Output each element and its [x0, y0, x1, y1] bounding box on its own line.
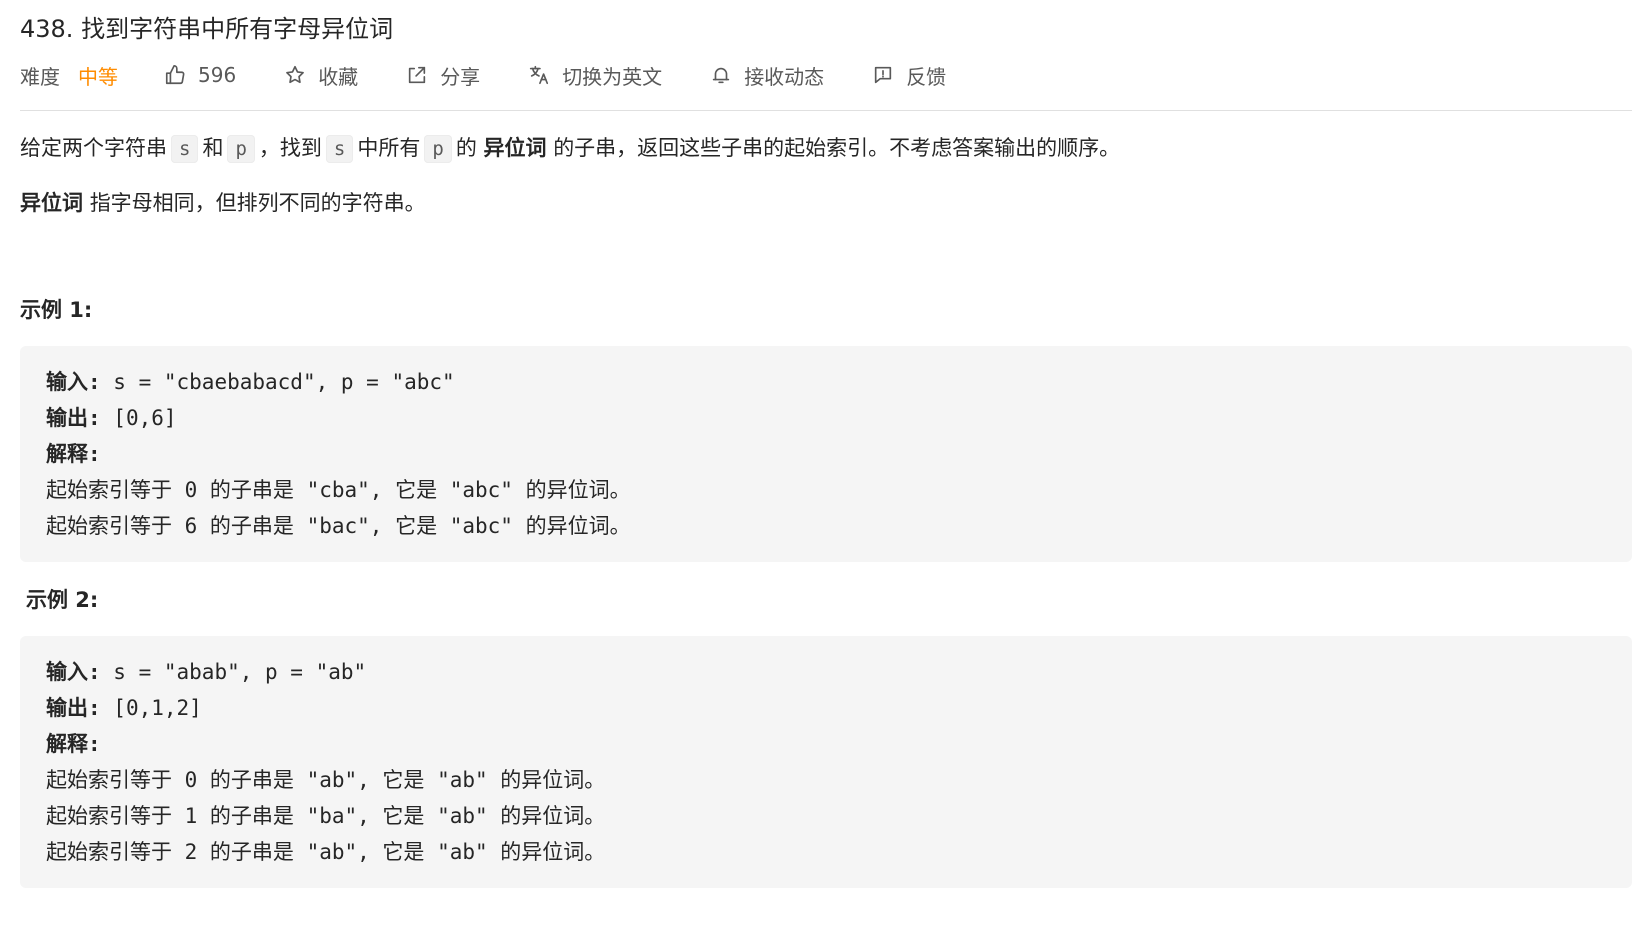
explain-label: 解释: — [46, 442, 101, 466]
explain-line: 起始索引等于 2 的子串是 "ab", 它是 "ab" 的异位词。 — [46, 840, 606, 864]
output-label: 输出: — [46, 406, 114, 430]
feedback-label: 反馈 — [906, 64, 947, 89]
feedback-button[interactable]: 反馈 — [872, 61, 946, 90]
share-label: 分享 — [440, 64, 481, 89]
difficulty-label: 难度 — [20, 64, 60, 89]
desc-text: 给定两个字符串 — [20, 136, 167, 160]
inline-code: s — [171, 135, 199, 163]
desc-bold-term: 异位词 — [483, 136, 547, 160]
header-divider — [20, 110, 1632, 111]
inline-code: p — [424, 135, 452, 163]
anagram-definition: 异位词 指字母相同，但排列不同的字符串。 — [20, 186, 1632, 220]
explain-line: 起始索引等于 6 的子串是 "bac", 它是 "abc" 的异位词。 — [46, 514, 631, 538]
explain-line: 起始索引等于 1 的子串是 "ba", 它是 "ab" 的异位词。 — [46, 804, 606, 828]
example-1-title: 示例 1: — [20, 298, 93, 322]
input-value: s = "cbaebabacd", p = "abc" — [113, 370, 455, 394]
output-label: 输出: — [46, 696, 114, 720]
desc-text: 中所有 — [357, 136, 421, 160]
input-label: 输入: — [46, 660, 114, 684]
likes-count: 596 — [198, 63, 237, 87]
problem-title: 438. 找到字符串中所有字母异位词 — [20, 15, 394, 43]
example-2-block: 输入: s = "abab", p = "ab" 输出: [0,1,2] 解释: 起始… — [20, 636, 1632, 888]
desc-text: ，找到 — [258, 136, 322, 160]
desc-text: 的 — [455, 136, 477, 160]
like-button[interactable]: 596 — [164, 63, 236, 87]
favorite-button[interactable]: 收藏 — [284, 61, 358, 90]
input-label: 输入: — [46, 370, 114, 394]
desc-text: 和 — [202, 136, 224, 160]
example-2-title: 示例 2: — [26, 588, 99, 612]
example-1-block: 输入: s = "cbaebabacd", p = "abc" 输出: [0,6]… — [20, 346, 1632, 562]
share-icon — [409, 66, 426, 84]
output-value: [0,1,2] — [113, 696, 202, 720]
subscribe-button[interactable]: 接收动态 — [710, 61, 824, 90]
explain-label: 解释: — [46, 732, 101, 756]
switch-language-label: 切换为英文 — [562, 64, 663, 89]
favorite-label: 收藏 — [318, 64, 359, 89]
bell-icon — [713, 67, 730, 84]
desc-text: 的子串，返回这些子串的起始索引。不考虑答案输出的顺序。 — [553, 136, 1121, 160]
star-icon — [286, 65, 305, 84]
output-value: [0,6] — [113, 406, 177, 430]
problem-page: 438. 找到字符串中所有字母异位词 难度 中等 596 收藏 分享 切换为英文… — [20, 10, 1632, 888]
definition-term: 异位词 — [20, 191, 83, 215]
difficulty-value: 中等 — [78, 64, 118, 89]
explain-line: 起始索引等于 0 的子串是 "ab", 它是 "ab" 的异位词。 — [46, 768, 606, 792]
translate-icon — [530, 65, 549, 85]
input-value: s = "abab", p = "ab" — [113, 660, 367, 684]
thumbs-up-icon — [165, 65, 185, 85]
inline-code: p — [227, 135, 255, 163]
problem-meta-bar: 难度 中等 596 收藏 分享 切换为英文 接收动态 反馈 — [20, 52, 1632, 98]
feedback-icon — [875, 66, 892, 84]
inline-code: s — [325, 135, 354, 163]
definition-text: 指字母相同，但排列不同的字符串。 — [89, 191, 426, 215]
switch-language-button[interactable]: 切换为英文 — [528, 61, 662, 90]
subscribe-label: 接收动态 — [744, 64, 825, 89]
share-button[interactable]: 分享 — [406, 61, 480, 90]
problem-description: 给定两个字符串 s 和 p ，找到 s 中所有 p 的 异位词 的子串，返回这些子串的起始索引。… — [20, 131, 1632, 166]
explain-line: 起始索引等于 0 的子串是 "cba", 它是 "abc" 的异位词。 — [46, 478, 631, 502]
